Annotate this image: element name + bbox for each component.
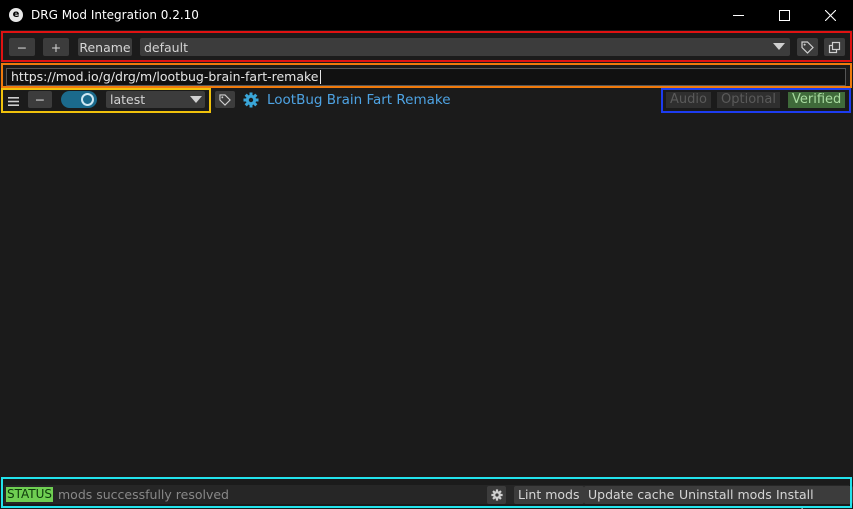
toggle-knob <box>81 93 94 106</box>
minimize-button[interactable] <box>715 0 761 30</box>
install-mods-button[interactable]: Install mods <box>772 486 853 509</box>
status-message: mods successfully resolved <box>58 487 229 502</box>
uninstall-mods-button[interactable]: Uninstall mods <box>675 486 776 504</box>
mod-version-select[interactable]: latest <box>106 91 205 108</box>
tag-audio: Audio <box>666 92 711 108</box>
window-title: DRG Mod Integration 0.2.10 <box>31 8 199 22</box>
tag-verified: Verified <box>788 92 846 108</box>
copy-profile-button[interactable] <box>824 38 845 56</box>
mod-url-value: https://mod.io/g/drg/m/lootbug-brain-far… <box>11 69 319 84</box>
remove-mod-button[interactable]: − <box>28 91 52 108</box>
mod-name-link[interactable]: LootBug Brain Fart Remake <box>267 91 451 109</box>
maximize-button[interactable] <box>761 0 807 30</box>
drag-handle-icon[interactable] <box>8 95 19 106</box>
add-profile-button[interactable]: + <box>43 38 69 56</box>
profile-select-value: default <box>144 39 188 55</box>
maximize-icon <box>778 9 790 21</box>
profile-select[interactable]: default <box>140 38 790 56</box>
copy-icon <box>828 41 841 53</box>
mod-enabled-toggle[interactable] <box>61 91 97 108</box>
mod-version-value: latest <box>110 92 146 107</box>
mod-tag-button[interactable] <box>215 91 235 108</box>
gear-icon <box>490 489 503 501</box>
status-label: STATUS <box>6 487 54 502</box>
app-icon: e <box>9 8 23 22</box>
close-icon <box>824 9 836 21</box>
chevron-down-icon <box>190 96 202 103</box>
minimize-icon <box>732 14 744 16</box>
update-cache-button[interactable]: Update cache <box>584 486 679 504</box>
text-cursor <box>319 70 321 84</box>
app-window: e DRG Mod Integration 0.2.10 − + Rename … <box>0 0 853 509</box>
remove-profile-button[interactable]: − <box>9 38 35 56</box>
lint-mods-button[interactable]: Lint mods <box>514 486 584 504</box>
tag-icon <box>801 40 814 54</box>
chevron-down-icon <box>773 43 785 50</box>
mod-url-input[interactable]: https://mod.io/g/drg/m/lootbug-brain-far… <box>6 68 846 86</box>
close-button[interactable] <box>807 0 853 30</box>
profile-tag-button[interactable] <box>797 38 818 56</box>
title-bar: e DRG Mod Integration 0.2.10 <box>0 0 853 30</box>
gear-icon[interactable] <box>243 92 259 108</box>
tag-icon <box>219 93 231 106</box>
window-controls <box>715 0 853 30</box>
rename-profile-button[interactable]: Rename <box>78 38 132 56</box>
tag-optional: Optional <box>717 92 780 108</box>
settings-button[interactable] <box>487 486 506 504</box>
